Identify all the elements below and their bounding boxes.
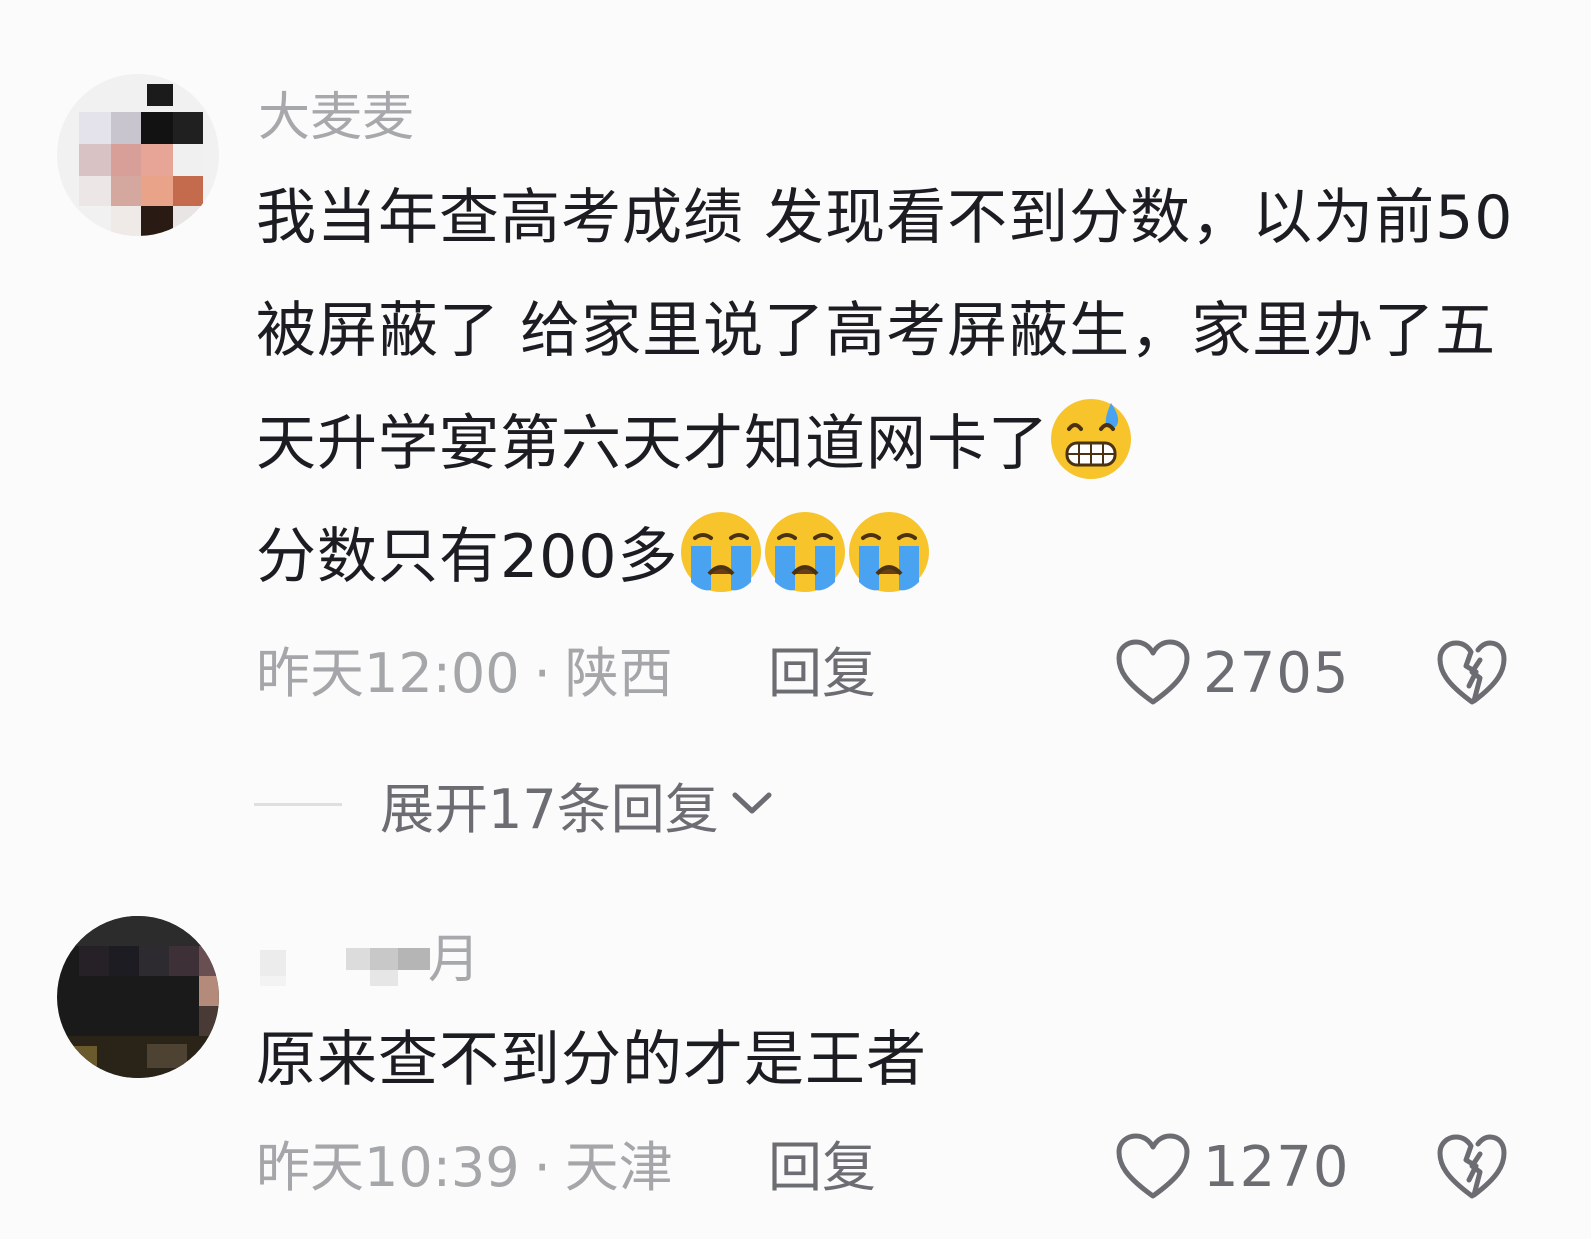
pixelated-avatar-image bbox=[57, 74, 219, 236]
comment-meta: 昨天10:39 · 天津 bbox=[256, 1136, 673, 1200]
divider-line bbox=[254, 802, 342, 806]
like-button[interactable]: 2705 bbox=[1115, 638, 1350, 708]
location: 天津 bbox=[564, 1136, 673, 1199]
comment-text-main: 我当年查高考成绩 发现看不到分数，以为前50被屏蔽了 给家里说了高考屏蔽生，家里… bbox=[256, 183, 1514, 479]
avatar[interactable] bbox=[57, 916, 219, 1078]
username[interactable]: 大麦麦 bbox=[258, 88, 414, 148]
comment-text: 我当年查高考成绩 发现看不到分数，以为前50被屏蔽了 给家里说了高考屏蔽生，家里… bbox=[256, 162, 1536, 614]
comment-text: 原来查不到分的才是王者 bbox=[256, 1025, 927, 1095]
like-button[interactable]: 1270 bbox=[1115, 1132, 1350, 1202]
dislike-button[interactable] bbox=[1436, 1132, 1508, 1202]
broken-heart-icon bbox=[1437, 1134, 1507, 1199]
expand-replies[interactable]: 展开17条回复 bbox=[254, 772, 775, 841]
dislike-button[interactable] bbox=[1436, 638, 1508, 708]
broken-heart-icon bbox=[1437, 640, 1507, 705]
heart-icon bbox=[1116, 1133, 1190, 1199]
separator-dot: · bbox=[533, 642, 551, 705]
comment-text-tail: 分数只有200多 bbox=[256, 522, 679, 592]
location: 陕西 bbox=[564, 642, 673, 705]
loudly-crying-emoji bbox=[761, 508, 849, 596]
comment-meta: 昨天12:00 · 陕西 bbox=[256, 642, 673, 706]
reply-button[interactable]: 回复 bbox=[768, 642, 876, 706]
loudly-crying-emoji bbox=[677, 508, 765, 596]
username-visible-char: 月 bbox=[428, 930, 481, 990]
grimacing-sweat-emoji bbox=[1047, 395, 1135, 483]
heart-icon bbox=[1116, 639, 1190, 705]
avatar[interactable] bbox=[57, 74, 219, 236]
username[interactable]: 月 bbox=[258, 930, 510, 990]
reply-button[interactable]: 回复 bbox=[768, 1136, 876, 1200]
expand-replies-label: 展开17条回复 bbox=[380, 777, 719, 841]
timestamp: 昨天10:39 bbox=[256, 1136, 520, 1199]
pixelated-avatar-image bbox=[57, 916, 219, 1078]
like-count: 1270 bbox=[1203, 1134, 1350, 1200]
timestamp: 昨天12:00 bbox=[256, 642, 520, 705]
separator-dot: · bbox=[533, 1136, 551, 1199]
like-count: 2705 bbox=[1203, 640, 1350, 706]
chevron-down-icon bbox=[732, 792, 772, 814]
loudly-crying-emoji bbox=[845, 508, 933, 596]
